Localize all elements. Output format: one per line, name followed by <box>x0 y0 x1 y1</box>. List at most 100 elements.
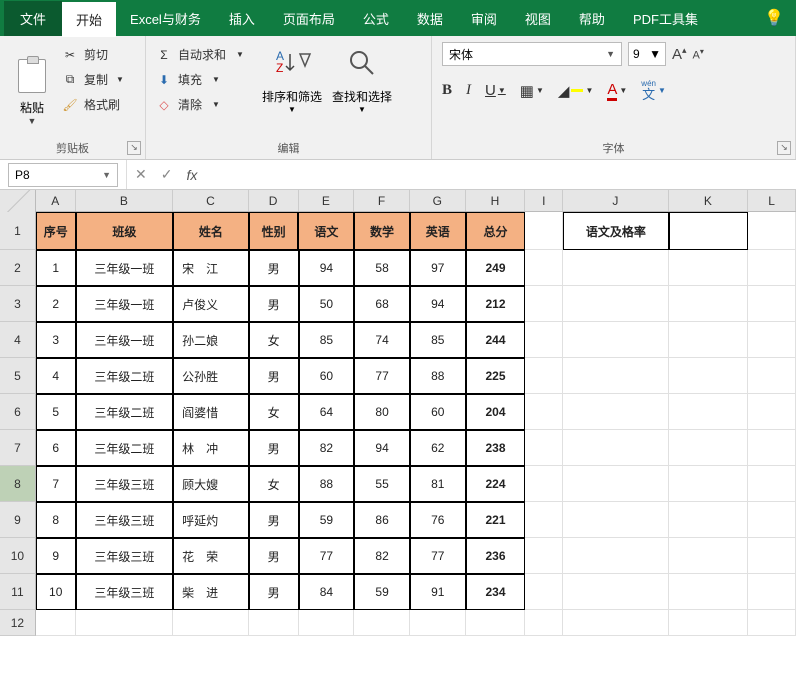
cell[interactable] <box>748 502 796 538</box>
menu-file[interactable]: 文件 <box>4 1 62 36</box>
italic-button[interactable]: I <box>466 82 471 99</box>
row-header[interactable]: 5 <box>0 358 36 394</box>
cell[interactable] <box>669 538 749 574</box>
cell[interactable] <box>525 250 563 286</box>
cell[interactable] <box>669 502 749 538</box>
cell[interactable] <box>563 286 668 322</box>
cell[interactable]: 女 <box>249 394 299 430</box>
cell[interactable]: 94 <box>354 430 410 466</box>
cell[interactable] <box>76 610 174 636</box>
cell[interactable] <box>669 610 749 636</box>
cell[interactable]: 总分 <box>466 212 526 250</box>
col-header-J[interactable]: J <box>563 190 668 211</box>
find-select-button[interactable]: 查找和选择 ▼ <box>332 42 392 139</box>
cell[interactable]: 呼延灼 <box>173 502 249 538</box>
cell[interactable] <box>563 250 668 286</box>
cell[interactable]: 77 <box>410 538 466 574</box>
menu-formulas[interactable]: 公式 <box>349 1 403 36</box>
cell[interactable]: 林 冲 <box>173 430 249 466</box>
col-header-I[interactable]: I <box>525 190 563 211</box>
col-header-G[interactable]: G <box>410 190 466 211</box>
cell[interactable]: 85 <box>299 322 355 358</box>
decrease-font-size-button[interactable]: A▾ <box>693 47 704 62</box>
row-header[interactable]: 8 <box>0 466 36 502</box>
cell[interactable]: 男 <box>249 430 299 466</box>
cell[interactable] <box>563 358 668 394</box>
cell[interactable] <box>748 358 796 394</box>
col-header-D[interactable]: D <box>249 190 299 211</box>
cell[interactable]: 三年级二班 <box>76 430 174 466</box>
cell[interactable]: 236 <box>466 538 526 574</box>
cell[interactable] <box>748 394 796 430</box>
cell[interactable] <box>563 466 668 502</box>
cell[interactable]: 77 <box>354 358 410 394</box>
cell[interactable]: 宋 江 <box>173 250 249 286</box>
cell[interactable]: 卢俊义 <box>173 286 249 322</box>
cell[interactable] <box>669 250 749 286</box>
menu-insert[interactable]: 插入 <box>215 1 269 36</box>
cell[interactable]: 男 <box>249 502 299 538</box>
cell[interactable]: 三年级三班 <box>76 502 174 538</box>
cell[interactable]: 204 <box>466 394 526 430</box>
cell[interactable] <box>748 466 796 502</box>
cell[interactable]: 244 <box>466 322 526 358</box>
cell[interactable]: 238 <box>466 430 526 466</box>
cell[interactable]: 62 <box>410 430 466 466</box>
cell[interactable]: 三年级三班 <box>76 574 174 610</box>
col-header-L[interactable]: L <box>748 190 796 211</box>
fill-button[interactable]: ⬇填充▼ <box>156 71 244 88</box>
cell[interactable]: 阎婆惜 <box>173 394 249 430</box>
cell[interactable] <box>748 322 796 358</box>
cell[interactable] <box>525 286 563 322</box>
cell[interactable]: 1 <box>36 250 76 286</box>
menu-home[interactable]: 开始 <box>62 0 116 37</box>
name-box[interactable]: P8▼ <box>8 163 118 187</box>
cell[interactable]: 三年级一班 <box>76 286 174 322</box>
phonetic-button[interactable]: wén文▼ <box>641 80 666 101</box>
cell[interactable] <box>525 538 563 574</box>
cell[interactable]: 68 <box>354 286 410 322</box>
cell[interactable]: 10 <box>36 574 76 610</box>
sort-filter-button[interactable]: AZ 排序和筛选 ▼ <box>262 42 322 139</box>
cell[interactable]: 3 <box>36 322 76 358</box>
cell[interactable]: 94 <box>410 286 466 322</box>
fill-color-button[interactable]: ◢▼ <box>558 82 593 100</box>
cell[interactable]: 男 <box>249 574 299 610</box>
formula-input[interactable] <box>211 164 796 186</box>
cell[interactable] <box>563 502 668 538</box>
menu-help[interactable]: 帮助 <box>565 1 619 36</box>
row-header[interactable]: 9 <box>0 502 36 538</box>
copy-button[interactable]: ⧉复制▼ <box>62 71 124 88</box>
cancel-icon[interactable]: ✕ <box>135 166 147 183</box>
menu-page-layout[interactable]: 页面布局 <box>269 1 349 36</box>
cell[interactable] <box>669 322 749 358</box>
cell[interactable]: 三年级一班 <box>76 322 174 358</box>
cell[interactable]: 姓名 <box>173 212 249 250</box>
tell-me-icon[interactable]: 💡 <box>756 8 792 28</box>
row-header-12[interactable]: 12 <box>0 610 36 636</box>
cell[interactable]: 女 <box>249 466 299 502</box>
cell[interactable]: 91 <box>410 574 466 610</box>
row-header[interactable]: 2 <box>0 250 36 286</box>
cell[interactable]: 84 <box>299 574 355 610</box>
cell[interactable]: 5 <box>36 394 76 430</box>
cell[interactable]: 249 <box>466 250 526 286</box>
font-color-button[interactable]: A▼ <box>607 81 627 101</box>
row-header[interactable]: 7 <box>0 430 36 466</box>
cell[interactable]: 孙二娘 <box>173 322 249 358</box>
cell[interactable]: 224 <box>466 466 526 502</box>
col-header-B[interactable]: B <box>76 190 174 211</box>
bold-button[interactable]: B <box>442 82 452 99</box>
menu-review[interactable]: 审阅 <box>457 1 511 36</box>
cell[interactable]: 60 <box>299 358 355 394</box>
row-header[interactable]: 10 <box>0 538 36 574</box>
cell[interactable] <box>748 250 796 286</box>
cell[interactable] <box>748 212 796 250</box>
cell[interactable]: 英语 <box>410 212 466 250</box>
cell[interactable]: 81 <box>410 466 466 502</box>
col-header-F[interactable]: F <box>354 190 410 211</box>
menu-pdf-tools[interactable]: PDF工具集 <box>619 1 712 36</box>
cell[interactable] <box>563 610 668 636</box>
cell[interactable]: 语文 <box>298 212 354 250</box>
cell[interactable]: 97 <box>410 250 466 286</box>
